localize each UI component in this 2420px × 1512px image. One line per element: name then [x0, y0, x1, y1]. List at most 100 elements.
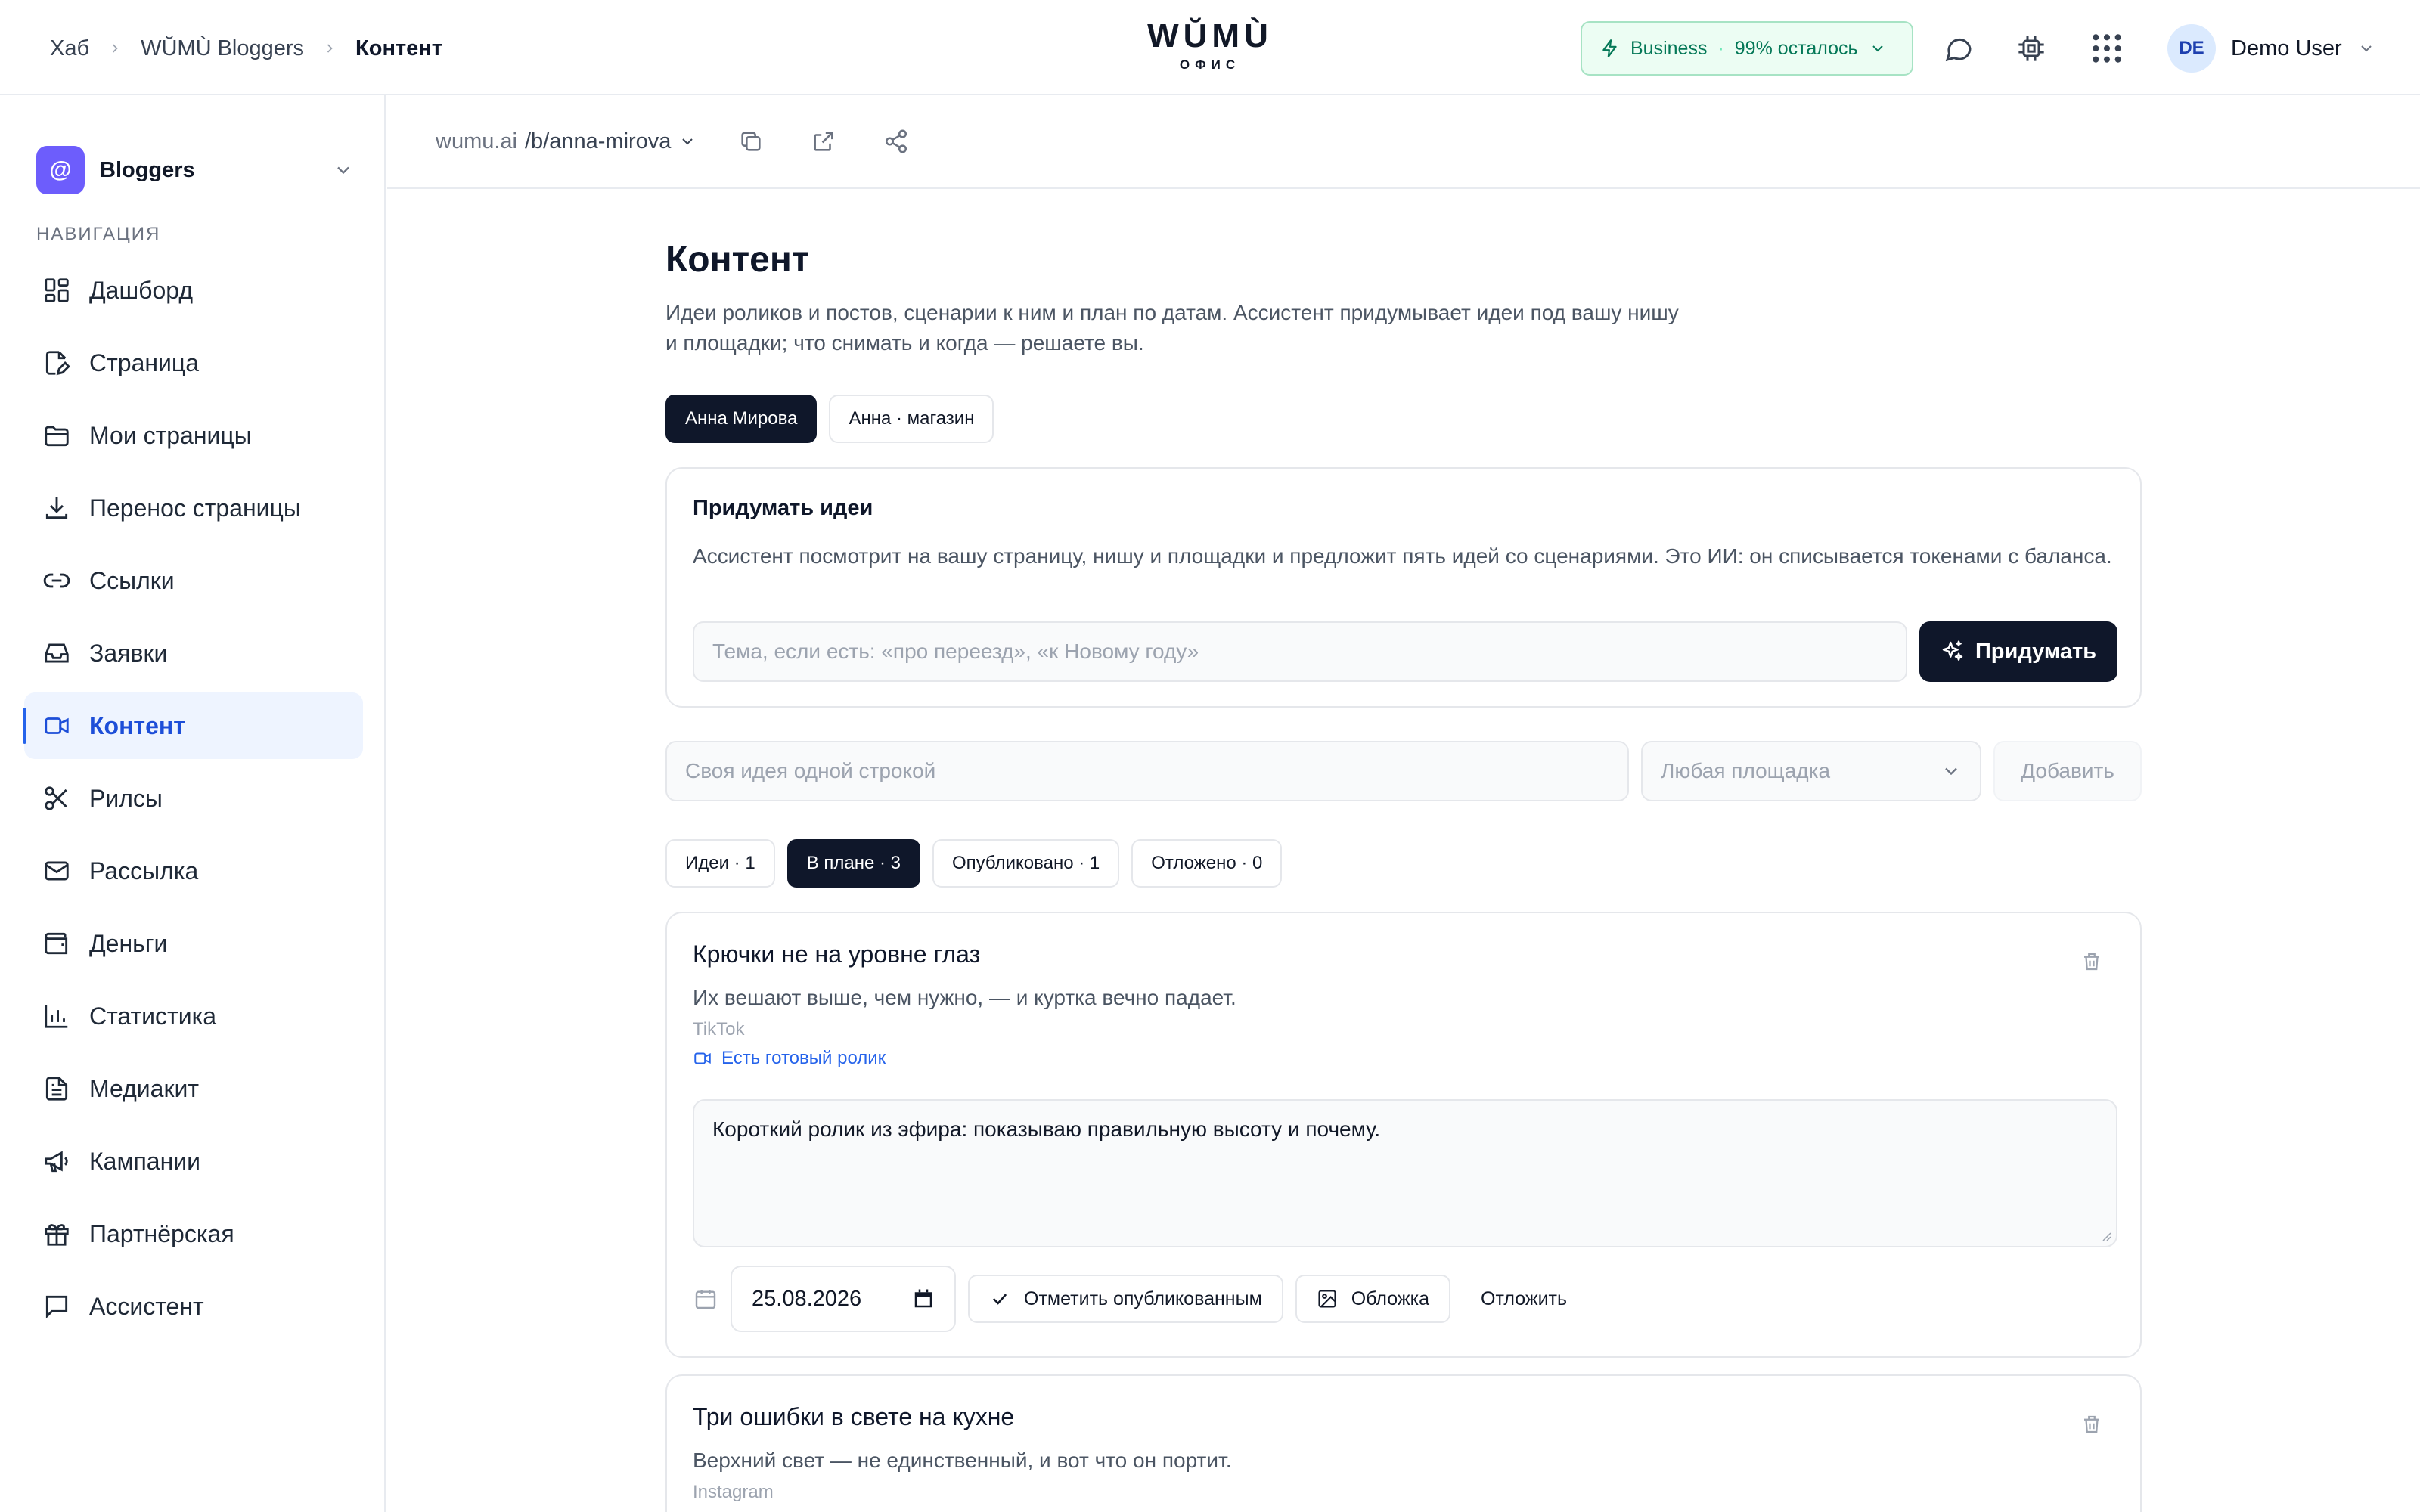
sidebar-item-label: Мои страницы — [89, 421, 252, 449]
document-icon — [41, 1073, 73, 1105]
inbox-icon — [41, 637, 73, 669]
topic-input[interactable]: Тема, если есть: «про переезд», «к Новом… — [693, 621, 1907, 682]
profile-tab-anna-mirova[interactable]: Анна Мирова — [666, 395, 818, 443]
breadcrumb: Хаб WŬMÙ Bloggers Контент — [50, 30, 442, 67]
breadcrumb-bloggers[interactable]: WŬMÙ Bloggers — [141, 36, 304, 61]
sidebar-item-mailing[interactable]: Рассылка — [24, 838, 363, 904]
tab-ideas[interactable]: Идеи · 1 — [666, 839, 775, 888]
scissors-icon — [41, 782, 73, 814]
card-platform: Instagram — [693, 1482, 774, 1502]
profile-tabs: Анна Мирова Анна · магазин — [666, 395, 994, 443]
sidebar-item-requests[interactable]: Заявки — [24, 620, 363, 686]
chevron-right-icon — [107, 41, 123, 56]
sidebar-item-reels[interactable]: Рилсы — [24, 765, 363, 832]
chat-icon — [41, 1290, 73, 1322]
workspace-switcher[interactable]: @ Bloggers — [36, 145, 354, 195]
sidebar-item-label: Ассистент — [89, 1292, 204, 1320]
megaphone-icon — [41, 1145, 73, 1177]
apps-grid-icon[interactable] — [2089, 30, 2125, 67]
copy-icon[interactable] — [733, 123, 769, 160]
status-tabs: Идеи · 1 В плане · 3 Опубликовано · 1 От… — [666, 839, 1283, 888]
tab-planned[interactable]: В плане · 3 — [786, 839, 920, 888]
card-platform: TikTok — [693, 1019, 745, 1040]
card-description: Их вешают выше, чем нужно, — и куртка ве… — [693, 986, 1236, 1009]
video-icon — [693, 1049, 712, 1068]
sidebar-item-my-pages[interactable]: Мои страницы — [24, 402, 363, 469]
profile-tab-anna-shop[interactable]: Анна · магазин — [829, 395, 994, 443]
sidebar-item-money[interactable]: Деньги — [24, 910, 363, 977]
logo-subtitle: ОФИС — [1179, 57, 1241, 72]
generate-button[interactable]: Придумать — [1919, 621, 2118, 682]
chip-icon[interactable] — [2013, 30, 2049, 67]
sidebar: @ Bloggers НАВИГАЦИЯ Дашборд Страница Мо… — [0, 95, 386, 1512]
external-link-icon[interactable] — [805, 123, 842, 160]
sidebar-item-mediakit[interactable]: Медиакит — [24, 1055, 363, 1122]
sidebar-item-assistant[interactable]: Ассистент — [24, 1273, 363, 1340]
page-url-bar: wumu.ai /b/anna-mirova — [387, 95, 2420, 189]
sidebar-item-dashboard[interactable]: Дашборд — [24, 257, 363, 324]
sidebar-item-label: Кампании — [89, 1147, 200, 1175]
at-sign-icon: @ — [36, 146, 85, 194]
platform-select[interactable]: Любая площадка — [1641, 741, 1981, 801]
content-card: Крючки не на уровне глаз Их вешают выше,… — [666, 912, 2142, 1358]
tab-postponed[interactable]: Отложено · 0 — [1131, 839, 1283, 888]
trash-icon[interactable] — [2077, 1409, 2107, 1439]
plan-separator: · — [1717, 37, 1724, 59]
url-domain: wumu.ai — [436, 129, 517, 153]
calendar-picker-icon[interactable] — [912, 1287, 935, 1310]
user-menu[interactable]: DE Demo User — [2167, 24, 2375, 73]
sidebar-item-campaigns[interactable]: Кампании — [24, 1128, 363, 1194]
cover-button[interactable]: Обложка — [1295, 1275, 1451, 1323]
sidebar-item-label: Страница — [89, 349, 200, 376]
bar-chart-icon — [41, 1000, 73, 1032]
card-description: Верхний свет — не единственный, и вот чт… — [693, 1448, 1232, 1472]
page-description: Идеи роликов и постов, сценарии к ним и … — [666, 301, 1679, 355]
idea-generator-title: Придумать идеи — [693, 496, 873, 520]
idea-generator-card: Придумать идеи Ассистент посмотрит на ва… — [666, 467, 2142, 708]
publish-date-input[interactable]: 25.08.2026 — [731, 1266, 956, 1332]
sidebar-item-affiliate[interactable]: Партнёрская — [24, 1201, 363, 1267]
postpone-button[interactable]: Отложить — [1463, 1275, 1585, 1323]
ready-video-link[interactable]: Есть готовый ролик — [693, 1048, 886, 1069]
url-path: /b/anna-mirova — [525, 129, 672, 153]
logo[interactable]: WŬMÙ ОФИС — [1134, 17, 1286, 73]
sidebar-item-label: Медиакит — [89, 1074, 199, 1102]
plan-badge[interactable]: Business · 99% осталось — [1581, 21, 1913, 76]
publish-date-value: 25.08.2026 — [752, 1286, 862, 1311]
chevron-down-icon — [678, 132, 697, 150]
mark-published-label: Отметить опубликованным — [1024, 1287, 1262, 1309]
own-idea-input[interactable]: Своя идея одной строкой — [666, 741, 1629, 801]
mark-published-button[interactable]: Отметить опубликованным — [968, 1275, 1283, 1323]
card-title: Три ошибки в свете на кухне — [693, 1403, 1015, 1430]
chat-bubble-icon[interactable] — [1941, 30, 1977, 67]
sidebar-item-page[interactable]: Страница — [24, 330, 363, 396]
generate-button-label: Придумать — [1975, 639, 2097, 664]
trash-icon[interactable] — [2077, 947, 2107, 977]
chevron-down-icon — [2357, 39, 2375, 57]
script-text: Короткий ролик из эфира: показываю прави… — [712, 1117, 1381, 1141]
tab-published[interactable]: Опубликовано · 1 — [932, 839, 1120, 888]
resize-handle-icon[interactable] — [2099, 1229, 2111, 1241]
sidebar-item-page-transfer[interactable]: Перенос страницы — [24, 475, 363, 541]
sidebar-item-links[interactable]: Ссылки — [24, 547, 363, 614]
card-title: Крючки не на уровне глаз — [693, 940, 981, 968]
folder-icon — [41, 420, 73, 451]
lightning-icon — [1600, 39, 1620, 58]
share-icon[interactable] — [878, 123, 914, 160]
nav-heading: НАВИГАЦИЯ — [36, 224, 161, 244]
sidebar-item-label: Статистика — [89, 1002, 217, 1030]
page-title: Контент — [666, 240, 810, 280]
avatar: DE — [2167, 24, 2216, 73]
breadcrumb-hub[interactable]: Хаб — [50, 36, 89, 61]
ready-video-label: Есть готовый ролик — [721, 1048, 886, 1068]
sidebar-item-statistics[interactable]: Статистика — [24, 983, 363, 1049]
script-textarea[interactable]: Короткий ролик из эфира: показываю прави… — [693, 1099, 2118, 1247]
page-url-selector[interactable]: wumu.ai /b/anna-mirova — [436, 129, 697, 154]
wallet-icon — [41, 928, 73, 959]
gift-icon — [41, 1218, 73, 1250]
add-idea-button[interactable]: Добавить — [1993, 741, 2142, 801]
nav-list: Дашборд Страница Мои страницы Перенос ст… — [23, 257, 363, 1346]
chevron-right-icon — [322, 41, 337, 56]
workspace-name: Bloggers — [100, 157, 195, 182]
sidebar-item-content[interactable]: Контент — [23, 692, 363, 759]
